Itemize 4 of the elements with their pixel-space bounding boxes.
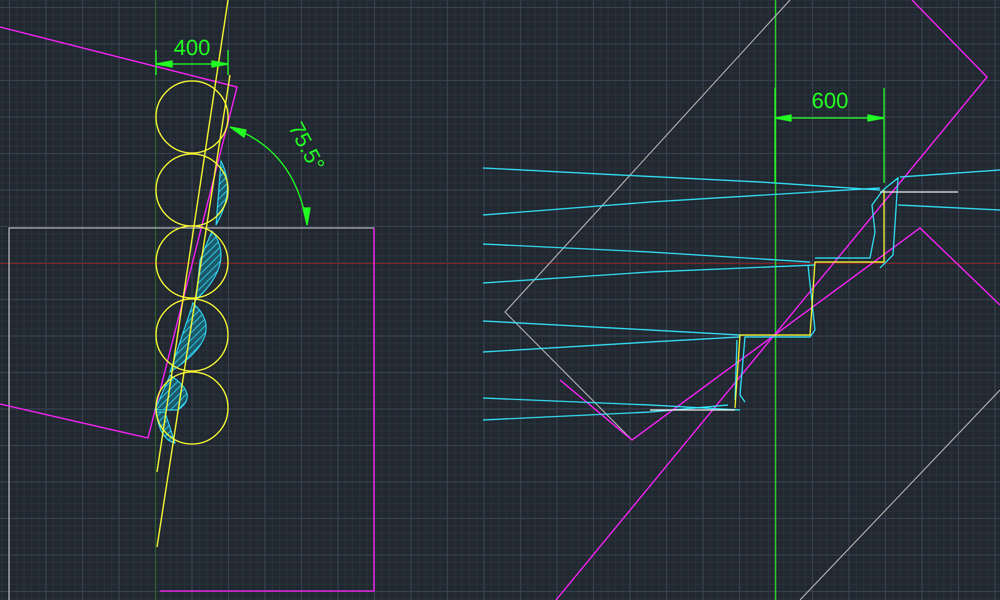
cad-canvas[interactable]: 400 75.5° 600 [0,0,1000,600]
dimension-text: 75.5° [283,118,330,176]
dimension-text: 400 [174,35,210,60]
dimension-text: 600 [812,88,848,113]
